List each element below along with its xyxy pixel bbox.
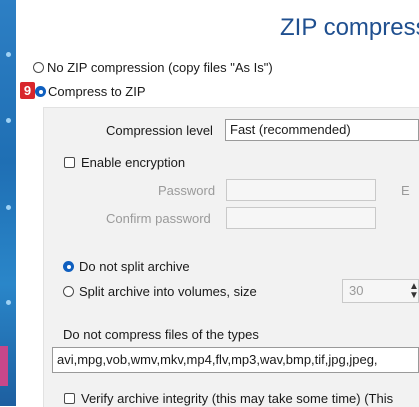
compress-zip-radio[interactable] [35, 86, 46, 97]
decoration-bar [0, 346, 8, 386]
enable-encryption-checkbox[interactable] [64, 157, 75, 168]
exclude-types-input[interactable]: avi,mpg,vob,wmv,mkv,mp4,flv,mp3,wav,bmp,… [52, 347, 419, 373]
confirm-password-field[interactable] [226, 207, 376, 229]
side-decoration [0, 0, 16, 406]
split-volumes-radio[interactable] [63, 286, 74, 297]
volume-size-stepper[interactable]: 30 [342, 279, 419, 303]
password-hint-label: E [401, 183, 410, 198]
do-not-split-label[interactable]: Do not split archive [79, 259, 190, 274]
compression-level-select[interactable]: Fast (recommended) [225, 119, 419, 141]
compression-level-label: Compression level [106, 123, 213, 138]
compress-zip-label[interactable]: Compress to ZIP [48, 84, 146, 99]
decoration-dot [6, 118, 11, 123]
password-label: Password [158, 183, 216, 198]
step-badge: 9 [20, 82, 35, 99]
split-volumes-label[interactable]: Split archive into volumes, size [79, 284, 257, 299]
decoration-dot [6, 300, 11, 305]
password-field[interactable] [226, 179, 376, 201]
verify-integrity-label[interactable]: Verify archive integrity (this may take … [81, 391, 393, 406]
do-not-split-radio[interactable] [63, 261, 74, 272]
stepper-arrows-icon[interactable]: ▲ ▼ [409, 282, 419, 301]
no-zip-radio[interactable] [33, 62, 44, 73]
no-zip-label[interactable]: No ZIP compression (copy files "As Is") [47, 60, 273, 75]
decoration-dot [6, 205, 11, 210]
verify-integrity-checkbox[interactable] [64, 393, 75, 404]
enable-encryption-label[interactable]: Enable encryption [81, 155, 185, 170]
exclude-types-label: Do not compress files of the types [63, 327, 259, 342]
page-title: ZIP compress [280, 14, 419, 41]
decoration-dot [6, 52, 11, 57]
confirm-password-label: Confirm password [106, 211, 211, 226]
